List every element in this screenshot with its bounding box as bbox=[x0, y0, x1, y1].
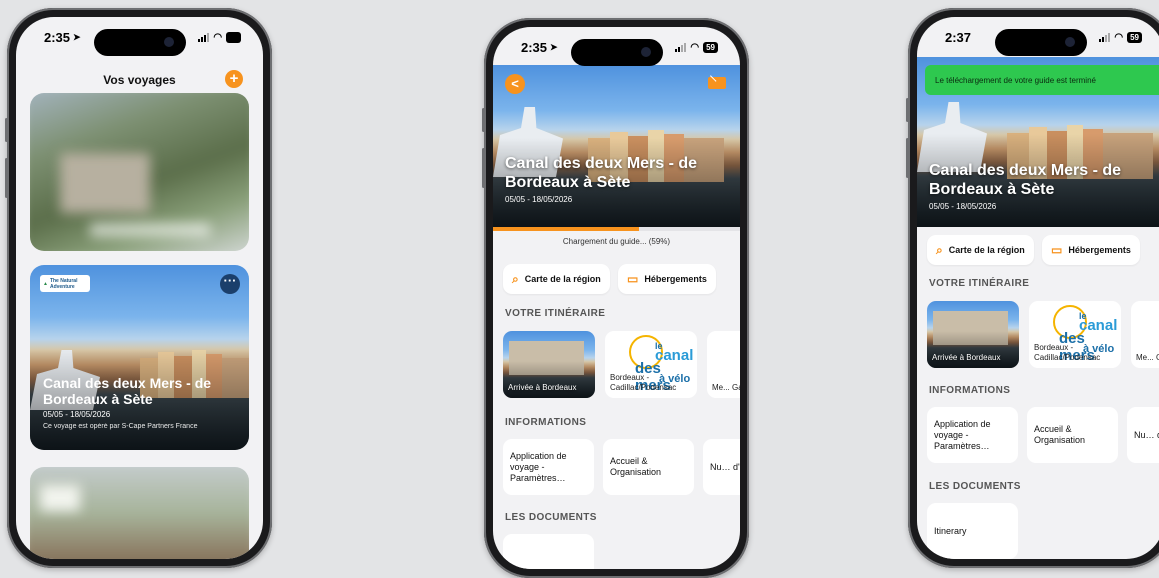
map-search-icon: ⌕ bbox=[936, 242, 943, 257]
documents-heading: LES DOCUMENTS bbox=[505, 512, 597, 523]
trip-dates: 05/05 - 18/05/2026 bbox=[43, 410, 111, 419]
download-status: Chargement du guide... (59%) bbox=[562, 237, 671, 246]
location-arrow-icon: ➤ bbox=[73, 31, 81, 42]
itinerary-item-label: Bordeaux - Cadillac/Podensac bbox=[610, 373, 677, 392]
lodging-label: Hébergements bbox=[644, 274, 707, 284]
guide-downloaded-screen: 2:37 ◠ 59 Le téléchargement de votre gui… bbox=[917, 17, 1159, 559]
info-heading: INFORMATIONS bbox=[929, 385, 1011, 396]
info-card[interactable]: Accueil & Organisation bbox=[1027, 407, 1118, 463]
info-heading: INFORMATIONS bbox=[505, 417, 587, 428]
phone-guide-downloaded: 2:37 ◠ 59 Le téléchargement de votre gui… bbox=[906, 8, 1159, 568]
itinerary-heading: VOTRE ITINÉRAIRE bbox=[505, 308, 606, 319]
documents-heading: LES DOCUMENTS bbox=[929, 481, 1021, 492]
itinerary-item[interactable]: le canal des mers à vélo Bordeaux - Cadi… bbox=[605, 331, 697, 398]
guide-title: Canal des deux Mers - de Bordeaux à Sète bbox=[505, 155, 698, 191]
signal-icon bbox=[675, 42, 687, 52]
dynamic-island bbox=[994, 29, 1087, 56]
dynamic-island bbox=[93, 29, 186, 56]
status-time: 2:35 bbox=[44, 29, 71, 45]
itinerary-item-label: Arrivée à Bordeaux bbox=[508, 383, 577, 392]
info-card[interactable]: Application de voyage - Paramètres… bbox=[503, 439, 594, 495]
status-time: 2:37 bbox=[945, 29, 972, 45]
dynamic-island bbox=[570, 39, 663, 66]
more-options-button[interactable]: ··· bbox=[220, 274, 240, 294]
itinerary-item[interactable]: le canal des mers à vélo Bordeaux - Cadi… bbox=[1029, 301, 1121, 368]
itinerary-item-label: Bordeaux - Cadillac/Podensac bbox=[1034, 343, 1101, 362]
battery-icon: 59 bbox=[703, 41, 718, 53]
guide-loading-screen: 2:35 ➤ ◠ 59 < Canal des deux Mers - de Bo… bbox=[493, 27, 740, 569]
itinerary-item-label: Arrivée à Bordeaux bbox=[932, 353, 1001, 362]
guide-dates: 05/05 - 18/05/2026 bbox=[505, 195, 573, 204]
map-search-icon: ⌕ bbox=[512, 271, 519, 286]
wifi-icon: ◠ bbox=[213, 31, 223, 43]
mail-icon[interactable] bbox=[708, 77, 726, 89]
guide-dates: 05/05 - 18/05/2026 bbox=[929, 202, 997, 211]
region-map-label: Carte de la région bbox=[948, 245, 1025, 255]
document-card[interactable]: Itinerary bbox=[927, 503, 1018, 559]
calendar-icon: ▭ bbox=[627, 272, 639, 286]
itinerary-item-label: Me... Ga... bbox=[712, 383, 740, 392]
itinerary-item[interactable]: Me... Ga... bbox=[707, 331, 740, 398]
signal-icon bbox=[198, 32, 210, 42]
itinerary-heading: VOTRE ITINÉRAIRE bbox=[929, 278, 1030, 289]
lodging-button[interactable]: ▭ Hébergements bbox=[1042, 235, 1140, 265]
info-card[interactable]: Nu… d'u… bbox=[1127, 407, 1159, 463]
trip-card-blurred-bottom[interactable] bbox=[30, 467, 249, 559]
battery-icon: 59 bbox=[226, 31, 241, 43]
region-map-label: Carte de la région bbox=[524, 274, 601, 284]
itinerary-item[interactable]: Arrivée à Bordeaux bbox=[927, 301, 1019, 368]
download-complete-toast: Le téléchargement de votre guide est ter… bbox=[925, 65, 1159, 95]
download-progress-bar bbox=[493, 227, 740, 231]
lodging-button[interactable]: ▭ Hébergements bbox=[618, 264, 716, 294]
lodging-label: Hébergements bbox=[1068, 245, 1131, 255]
phone-guide-loading: 2:35 ➤ ◠ 59 < Canal des deux Mers - de Bo… bbox=[482, 18, 749, 578]
itinerary-item[interactable]: Arrivée à Bordeaux bbox=[503, 331, 595, 398]
wifi-icon: ◠ bbox=[1114, 31, 1124, 43]
info-card[interactable]: Accueil & Organisation bbox=[603, 439, 694, 495]
signal-icon bbox=[1099, 32, 1111, 42]
location-arrow-icon: ➤ bbox=[550, 41, 558, 52]
region-map-button[interactable]: ⌕ Carte de la région bbox=[503, 264, 610, 294]
trip-title: Canal des deux Mers - de Bordeaux à Sète bbox=[43, 375, 212, 407]
phone-trip-list: 2:35 ➤ ◠ 59 Vos voyages + ▲ The Natural … bbox=[5, 8, 272, 568]
calendar-icon: ▭ bbox=[1051, 243, 1063, 257]
trip-operator: Ce voyage est opéré par S-Cape Partners … bbox=[43, 423, 198, 430]
itinerary-item[interactable]: Me... Ga... bbox=[1131, 301, 1159, 368]
battery-icon: 59 bbox=[1127, 31, 1142, 43]
wifi-icon: ◠ bbox=[690, 41, 700, 53]
trip-card[interactable]: ▲ The Natural Adventure ··· Canal des deu… bbox=[30, 265, 249, 450]
add-trip-button[interactable]: + bbox=[225, 70, 243, 88]
trip-card-blurred-top[interactable] bbox=[30, 93, 249, 251]
itinerary-item-label: Me... Ga... bbox=[1136, 353, 1159, 362]
back-button[interactable]: < bbox=[505, 74, 525, 94]
guide-title: Canal des deux Mers - de Bordeaux à Sète bbox=[929, 162, 1122, 198]
info-card[interactable]: Nu… d'u… bbox=[703, 439, 740, 495]
trip-list-screen: 2:35 ➤ ◠ 59 Vos voyages + ▲ The Natural … bbox=[16, 17, 263, 559]
region-map-button[interactable]: ⌕ Carte de la région bbox=[927, 235, 1034, 265]
info-card[interactable]: Application de voyage - Paramètres… bbox=[927, 407, 1018, 463]
operator-logo: ▲ The Natural Adventure bbox=[40, 275, 90, 292]
status-time: 2:35 bbox=[521, 39, 548, 55]
